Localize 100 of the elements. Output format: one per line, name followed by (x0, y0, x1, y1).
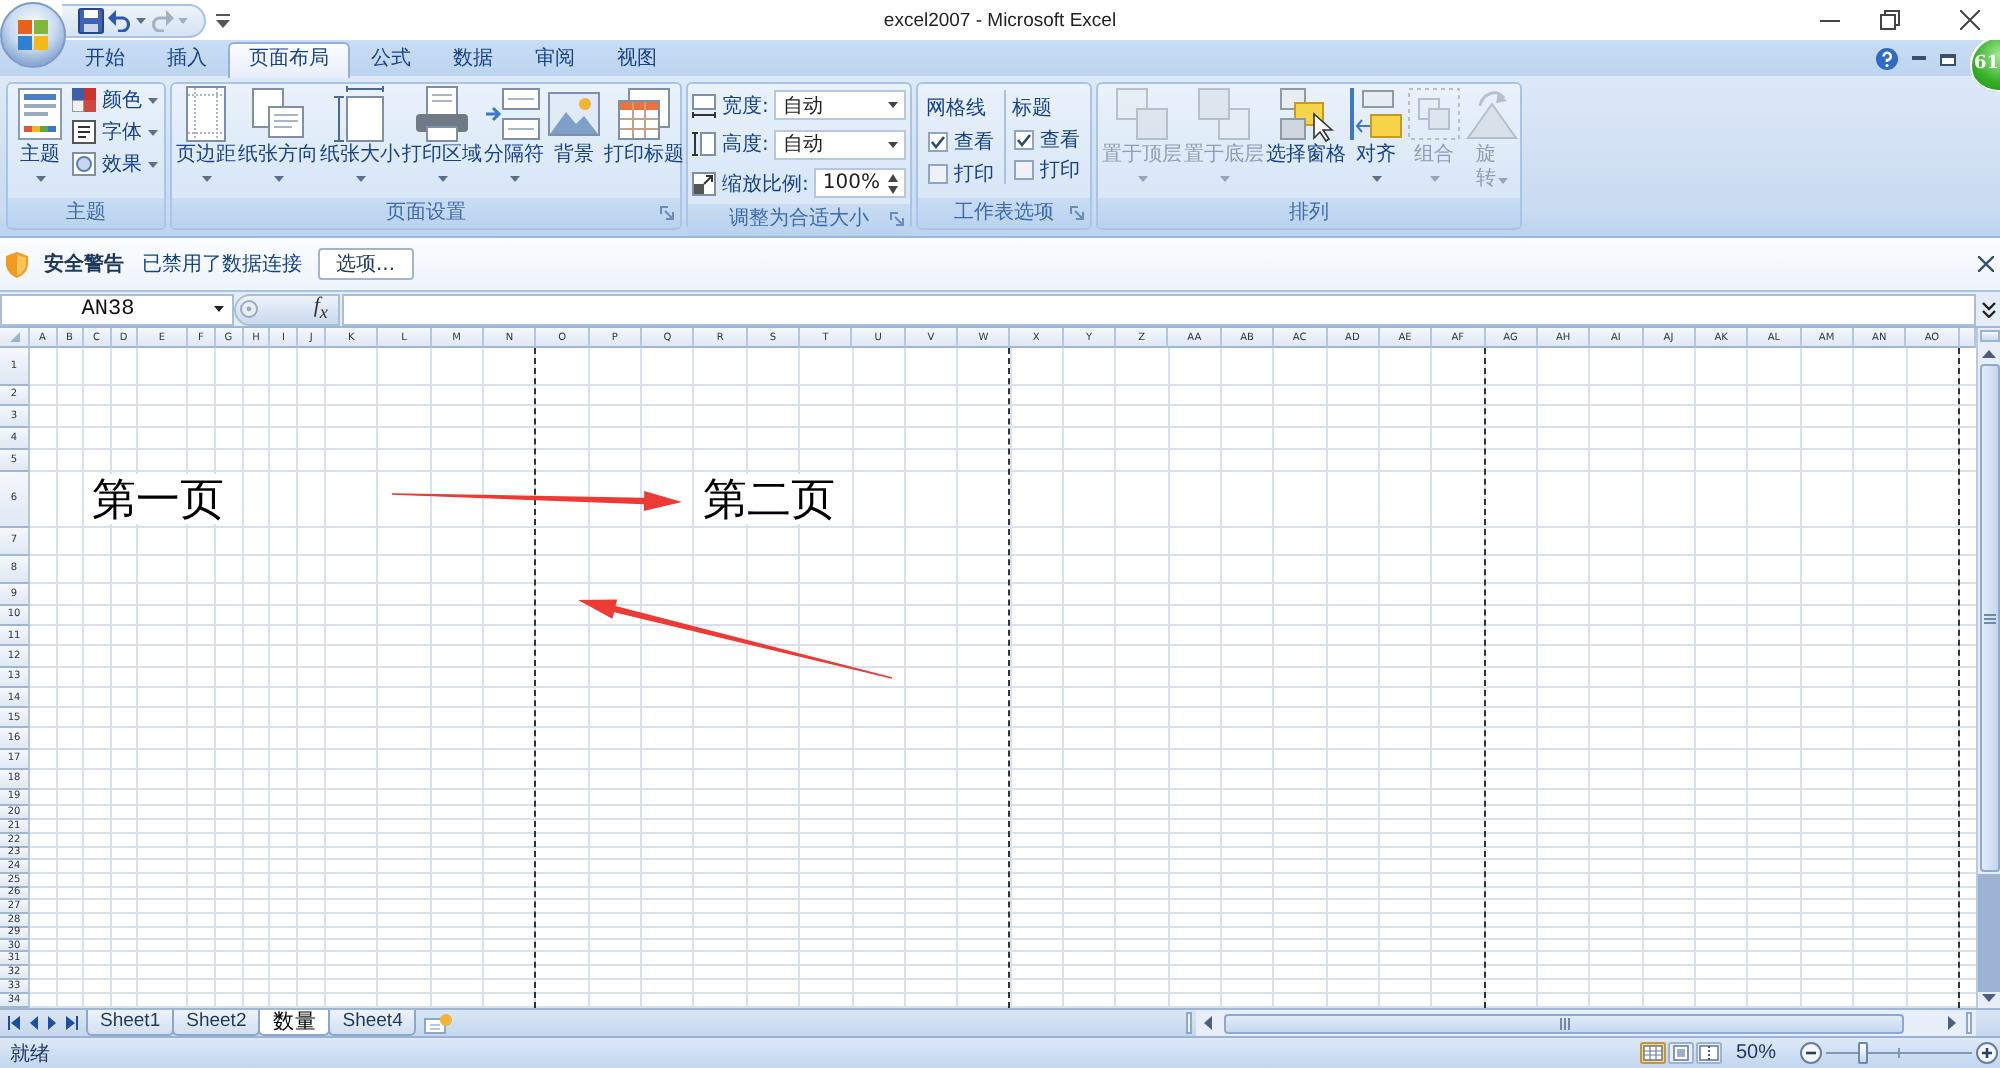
page-break-preview-icon[interactable] (1695, 1042, 1722, 1064)
undo-icon[interactable] (108, 8, 132, 32)
dialog-launcher-icon[interactable] (890, 211, 904, 225)
group-label: 主题 (66, 199, 106, 228)
checkbox-label[interactable]: 查看 (954, 128, 994, 156)
page-size-icon (332, 86, 388, 142)
ribbon-button[interactable]: 页边距 (176, 84, 236, 196)
tab[interactable]: 视图 (596, 42, 678, 76)
stacked-squares-icon (1114, 86, 1170, 142)
ribbon-button[interactable]: 效果 (70, 148, 160, 180)
dialog-launcher-icon[interactable] (1070, 206, 1084, 220)
ribbon-button[interactable]: 选择窗格 (1266, 84, 1346, 196)
checkbox-label[interactable]: 查看 (1040, 126, 1080, 155)
checkbox-label[interactable]: 打印 (1040, 155, 1080, 184)
formula-field[interactable] (342, 293, 1976, 325)
ribbon-button[interactable]: 背景 (546, 84, 602, 196)
ribbon-button[interactable]: 分隔符 (484, 84, 544, 196)
zoom-slider[interactable] (1826, 1042, 1972, 1064)
ribbon-button[interactable]: 颜色 (70, 84, 160, 116)
caret-icon[interactable] (888, 141, 898, 148)
cell-text: 第二页 (702, 473, 835, 523)
cell-grid[interactable] (30, 348, 1976, 1008)
grouped-shapes-icon (1406, 86, 1462, 142)
save-icon[interactable] (78, 7, 104, 33)
double-chevron-icon[interactable] (1982, 301, 1996, 317)
split-handle[interactable] (1966, 1012, 1972, 1034)
ribbon-button[interactable]: 打印标题 (604, 84, 684, 196)
scrollbar-thumb[interactable] (1979, 364, 1999, 872)
dialog-launcher-icon[interactable] (660, 206, 674, 220)
tab[interactable]: 数据 (432, 42, 514, 76)
scroll-left-icon[interactable] (1204, 1016, 1212, 1030)
scroll-right-icon[interactable] (1948, 1016, 1956, 1030)
align-left-icon (1348, 86, 1404, 142)
sheet-tab[interactable]: Sheet4 (328, 1010, 417, 1036)
restore-icon[interactable] (1880, 10, 1900, 30)
field-label: 高度: (722, 131, 769, 159)
spinner-arrows-icon[interactable] (888, 173, 898, 194)
field-label: 缩放比例: (722, 171, 809, 198)
restore-window-icon[interactable] (1940, 51, 1956, 65)
sheet-tab[interactable]: Sheet2 (172, 1010, 261, 1036)
sheet-tab[interactable]: 数量 (258, 1010, 331, 1036)
previous-sheet-icon[interactable] (30, 1016, 38, 1030)
options-button[interactable]: 选项... (318, 248, 414, 280)
name-box[interactable]: AN38 (0, 293, 234, 325)
group-label: 工作表选项 (954, 199, 1054, 228)
zoom-in-icon[interactable] (1976, 1042, 1998, 1064)
page-layout-icon[interactable] (1667, 1042, 1694, 1064)
printer-icon (414, 86, 470, 142)
group-label: 调整为合适大小 (729, 205, 869, 233)
first-sheet-icon[interactable] (8, 1016, 20, 1030)
spinner-field[interactable]: 100% (814, 168, 906, 199)
corner-triangle-icon (9, 332, 19, 342)
caret-icon[interactable] (888, 102, 898, 109)
cell-text: 第一页 (92, 473, 224, 523)
sheet-tab[interactable]: Sheet1 (86, 1010, 175, 1036)
checkbox[interactable] (928, 132, 948, 152)
ribbon-button[interactable]: 对齐 (1348, 84, 1404, 196)
checkbox[interactable] (928, 164, 948, 184)
tab[interactable]: 页面布局 (228, 42, 350, 78)
status-text: 就绪 (10, 1041, 50, 1067)
ribbon-button[interactable]: 字体 (70, 116, 160, 148)
dropdown-field[interactable]: 自动 (774, 90, 906, 121)
split-handle[interactable] (1186, 1012, 1192, 1034)
last-sheet-icon[interactable] (66, 1016, 78, 1030)
zoom-level-text: 50% (1735, 1042, 1776, 1064)
tab[interactable]: 公式 (350, 42, 432, 76)
ribbon-button[interactable]: 纸张大小 (320, 84, 400, 196)
customize-toolbar-icon[interactable] (216, 13, 230, 27)
tab[interactable]: 开始 (64, 42, 146, 76)
caret-icon[interactable] (214, 306, 224, 312)
checkbox[interactable] (1014, 159, 1034, 180)
shield-icon (6, 251, 28, 277)
minimize-icon[interactable] (1820, 19, 1840, 21)
dropdown-field[interactable]: 自动 (774, 129, 906, 160)
zoom-out-icon[interactable] (1800, 1042, 1822, 1064)
tab[interactable]: 审阅 (514, 42, 596, 76)
tab[interactable]: 插入 (146, 42, 228, 76)
checkbox[interactable] (1014, 130, 1034, 151)
checkbox-label[interactable]: 打印 (954, 160, 994, 188)
close-icon[interactable] (1960, 10, 1980, 30)
insert-sheet-icon[interactable] (424, 1013, 453, 1033)
rotate-triangle-icon (1464, 86, 1520, 142)
ribbon-button[interactable]: 主题 (12, 84, 68, 196)
scroll-up-icon[interactable] (1982, 350, 1996, 358)
help-icon[interactable] (1876, 47, 1898, 69)
ribbon-button[interactable]: 纸张方向 (238, 84, 318, 196)
insert-function-button[interactable]: f$_{x}$ (234, 293, 340, 325)
group-label: 排列 (1289, 199, 1329, 228)
close-icon[interactable] (1978, 256, 1994, 272)
next-sheet-icon[interactable] (48, 1016, 56, 1030)
text-box-icon (72, 120, 96, 144)
split-handle[interactable] (1979, 330, 1999, 342)
picture-icon (546, 86, 602, 142)
normal-view-icon[interactable] (1639, 1042, 1666, 1064)
option-heading: 网格线 (926, 95, 988, 124)
zoom-slider-thumb[interactable] (1857, 1042, 1868, 1064)
option-heading: 标题 (1012, 95, 1054, 124)
theme-page-icon (12, 86, 68, 142)
scrollbar-thumb[interactable] (1224, 1013, 1904, 1033)
ribbon-button[interactable]: 打印区域 (402, 84, 482, 196)
